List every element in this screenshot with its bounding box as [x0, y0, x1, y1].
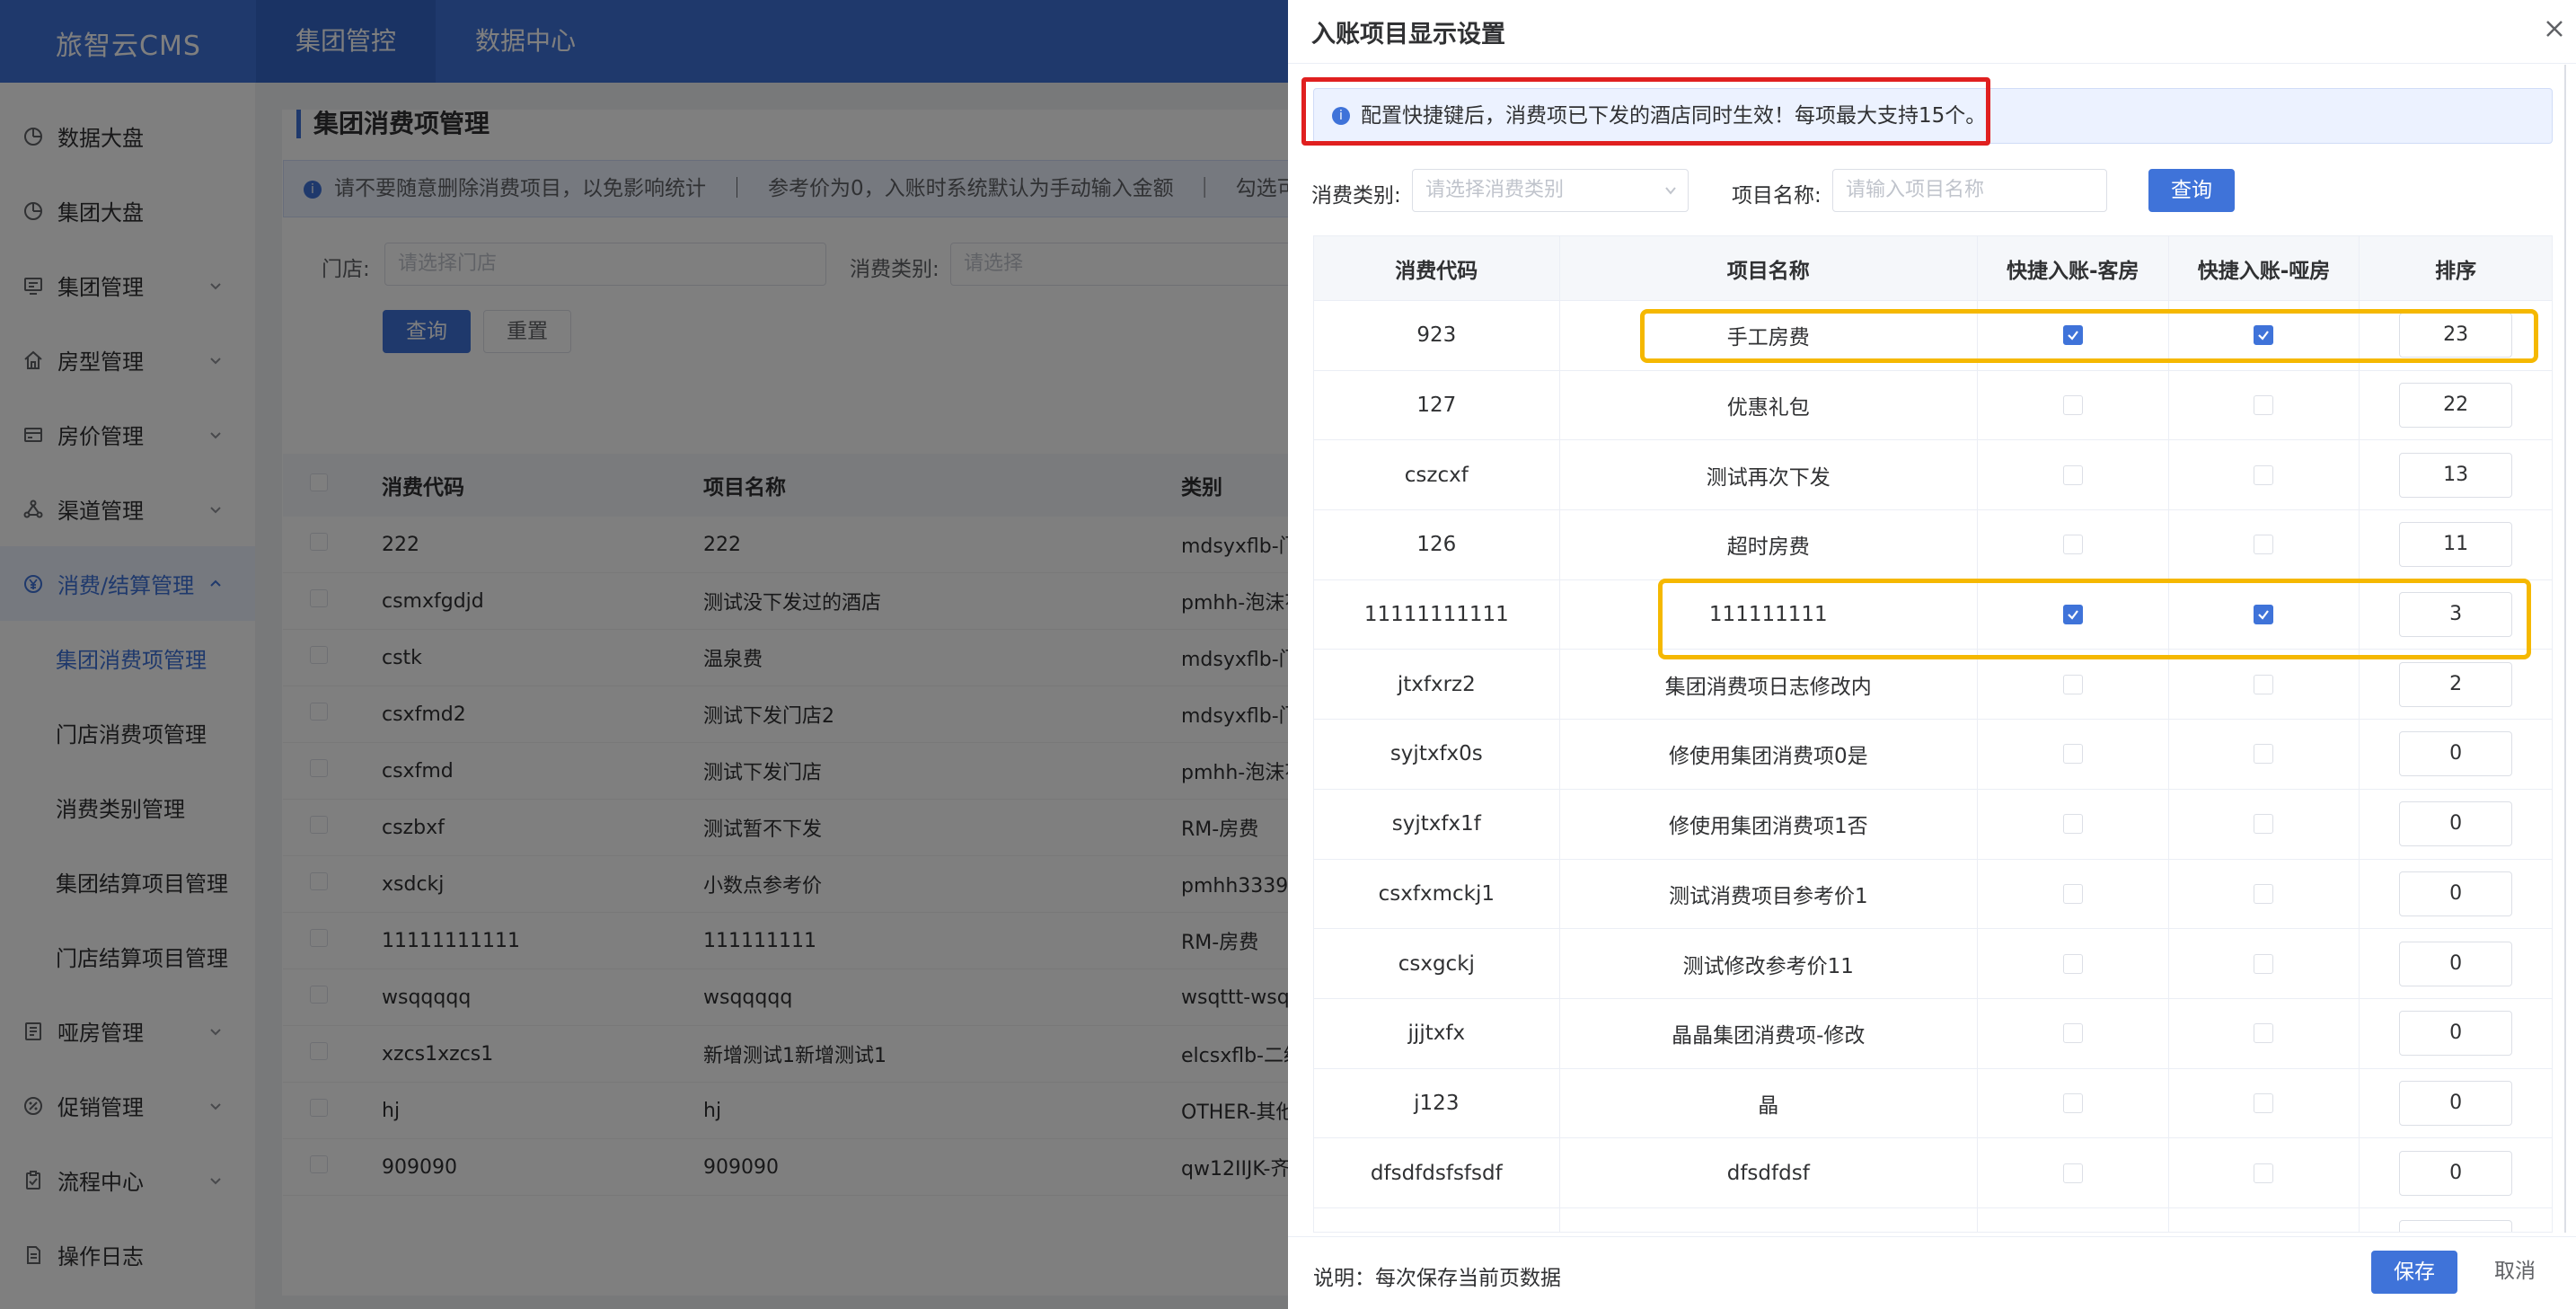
header-quick-dummy: 快捷入账-哑房 — [2169, 236, 2360, 300]
quick-dummy-checkbox[interactable] — [2254, 464, 2274, 485]
sort-input[interactable]: 0 — [2399, 1011, 2513, 1057]
cell-name: 超时房费 — [1560, 510, 1978, 579]
table-row: cszcxf 测试再次下发 13 — [1314, 440, 2552, 511]
sort-input[interactable]: 0 — [2399, 941, 2513, 986]
quick-guest-checkbox[interactable] — [2062, 464, 2083, 485]
cell-code: csxfxmckj1 — [1314, 859, 1560, 929]
cell-name: dfsdfdsf — [1560, 1138, 1978, 1207]
sort-input[interactable]: 13 — [2399, 452, 2513, 498]
drawer-footer: 说明：每次保存当前页数据 保存 取消 — [1288, 1236, 2576, 1309]
divider — [1288, 63, 2576, 64]
quick-guest-checkbox[interactable] — [2062, 1092, 2083, 1113]
quick-guest-checkbox[interactable] — [2062, 674, 2083, 694]
drawer-name-input[interactable]: 请输入项目名称 — [1832, 169, 2107, 212]
cell-name: 测试修改参考价11 — [1560, 929, 1978, 998]
table-row: 127 优惠礼包 22 — [1314, 370, 2552, 441]
quick-entry-table-header: 消费代码 项目名称 快捷入账-客房 快捷入账-哑房 排序 — [1314, 236, 2552, 301]
quick-guest-checkbox[interactable] — [2062, 814, 2083, 835]
cell-code: 126 — [1314, 510, 1560, 579]
sort-input[interactable]: 0 — [2399, 731, 2513, 777]
cell-code: dfsdfdsfsfsdf — [1314, 1138, 1560, 1207]
sort-input[interactable]: 0 — [2399, 871, 2513, 916]
cell-code: cszcxf — [1314, 440, 1560, 510]
quick-dummy-checkbox[interactable] — [2254, 814, 2274, 835]
quick-dummy-checkbox[interactable] — [2254, 535, 2274, 555]
cell-code: 923 — [1314, 301, 1560, 370]
sort-input[interactable]: 0 — [2399, 801, 2513, 847]
cell-name: 修使用集团消费项0是 — [1560, 720, 1978, 789]
cell-name: 晶 — [1560, 1068, 1978, 1138]
drawer-category-placeholder: 请选择消费类别 — [1425, 179, 1565, 201]
quick-guest-checkbox[interactable] — [2062, 883, 2083, 904]
cell-code: 127 — [1314, 370, 1560, 440]
drawer-category-label: 消费类别: — [1311, 184, 1401, 208]
cell-code: csxgckj — [1314, 929, 1560, 998]
sort-input[interactable]: 2 — [2399, 661, 2513, 707]
quick-guest-checkbox[interactable] — [2062, 1163, 2083, 1183]
table-row: 126 超时房费 11 — [1314, 510, 2552, 580]
header-quick-guest: 快捷入账-客房 — [1978, 236, 2169, 300]
quick-guest-checkbox[interactable] — [2062, 1023, 2083, 1044]
sort-input[interactable]: 0 — [2399, 1150, 2513, 1196]
quick-guest-checkbox[interactable] — [2062, 535, 2083, 555]
drawer-title: 入账项目显示设置 — [1311, 21, 1505, 49]
sort-input[interactable] — [2399, 1220, 2513, 1232]
quick-dummy-checkbox[interactable] — [2254, 1092, 2274, 1113]
drawer-name-placeholder: 请输入项目名称 — [1846, 179, 1985, 201]
quick-entry-table: 消费代码 项目名称 快捷入账-客房 快捷入账-哑房 排序 923 手工房费 23 12… — [1313, 235, 2553, 1233]
cell-name: 测试再次下发 — [1560, 440, 1978, 510]
quick-dummy-checkbox[interactable] — [2254, 744, 2274, 765]
highlight-box-yellow — [1640, 309, 2538, 363]
save-button[interactable]: 保存 — [2371, 1251, 2457, 1294]
footer-note: 说明：每次保存当前页数据 — [1313, 1267, 1561, 1290]
highlight-box-yellow — [1658, 579, 2531, 659]
drawer-query-button[interactable]: 查询 — [2148, 169, 2235, 212]
display-settings-drawer: 入账项目显示设置 i 配置快捷键后，消费项已下发的酒店同时生效！每项最大支持15个… — [1288, 0, 2576, 1309]
sort-input[interactable]: 0 — [2399, 1080, 2513, 1126]
chevron-down-icon — [1665, 187, 1676, 195]
cell-name: 集团消费项日志修改内 — [1560, 650, 1978, 720]
cell-code — [1314, 1207, 1560, 1232]
header-sort: 排序 — [2435, 259, 2477, 283]
header-code: 消费代码 — [1314, 236, 1560, 300]
quick-dummy-checkbox[interactable] — [2254, 674, 2274, 694]
quick-dummy-checkbox[interactable] — [2254, 953, 2274, 974]
cell-code: jtxfxrz2 — [1314, 650, 1560, 720]
quick-dummy-checkbox[interactable] — [2254, 395, 2274, 416]
cell-code: 11111111111 — [1314, 579, 1560, 650]
quick-guest-checkbox[interactable] — [2062, 395, 2083, 416]
cell-code: syjtxfx1f — [1314, 789, 1560, 859]
quick-guest-checkbox[interactable] — [2062, 744, 2083, 765]
table-row: csxgckj 测试修改参考价11 0 — [1314, 929, 2552, 999]
sort-input[interactable]: 22 — [2399, 383, 2513, 429]
table-row: syjtxfx1f 修使用集团消费项1否 0 — [1314, 789, 2552, 860]
cell-code: syjtxfx0s — [1314, 720, 1560, 789]
header-name: 项目名称 — [1560, 236, 1978, 300]
drawer-scrollbar[interactable] — [2562, 65, 2569, 1233]
cell-name: 优惠礼包 — [1560, 370, 1978, 440]
table-row: j123 晶 0 — [1314, 1068, 2552, 1139]
drawer-category-select[interactable]: 请选择消费类别 — [1412, 169, 1689, 212]
quick-dummy-checkbox[interactable] — [2254, 1023, 2274, 1044]
table-row: dfsdfdsfsfsdf dfsdfdsf 0 — [1314, 1138, 2552, 1208]
cell-name — [1560, 1207, 1978, 1232]
quick-dummy-checkbox[interactable] — [2254, 883, 2274, 904]
table-row: syjtxfx0s 修使用集团消费项0是 0 — [1314, 720, 2552, 790]
cancel-button[interactable]: 取消 — [2472, 1251, 2558, 1294]
drawer-name-label: 项目名称: — [1732, 184, 1822, 208]
highlight-box-red — [1301, 77, 1990, 146]
close-icon[interactable] — [2538, 13, 2571, 45]
cell-name: 修使用集团消费项1否 — [1560, 789, 1978, 859]
cell-name: 测试消费项目参考价1 — [1560, 859, 1978, 929]
cell-code: jjjtxfx — [1314, 998, 1560, 1068]
table-row: jjjtxfx 晶晶集团消费项-修改 0 — [1314, 998, 2552, 1069]
cell-code: j123 — [1314, 1068, 1560, 1138]
table-row — [1314, 1207, 2552, 1232]
sort-input[interactable]: 11 — [2399, 522, 2513, 568]
table-row: jtxfxrz2 集团消费项日志修改内 2 — [1314, 650, 2552, 721]
cell-name: 晶晶集团消费项-修改 — [1560, 998, 1978, 1068]
quick-dummy-checkbox[interactable] — [2254, 1163, 2274, 1183]
quick-guest-checkbox[interactable] — [2062, 953, 2083, 974]
table-row: csxfxmckj1 测试消费项目参考价1 0 — [1314, 859, 2552, 930]
